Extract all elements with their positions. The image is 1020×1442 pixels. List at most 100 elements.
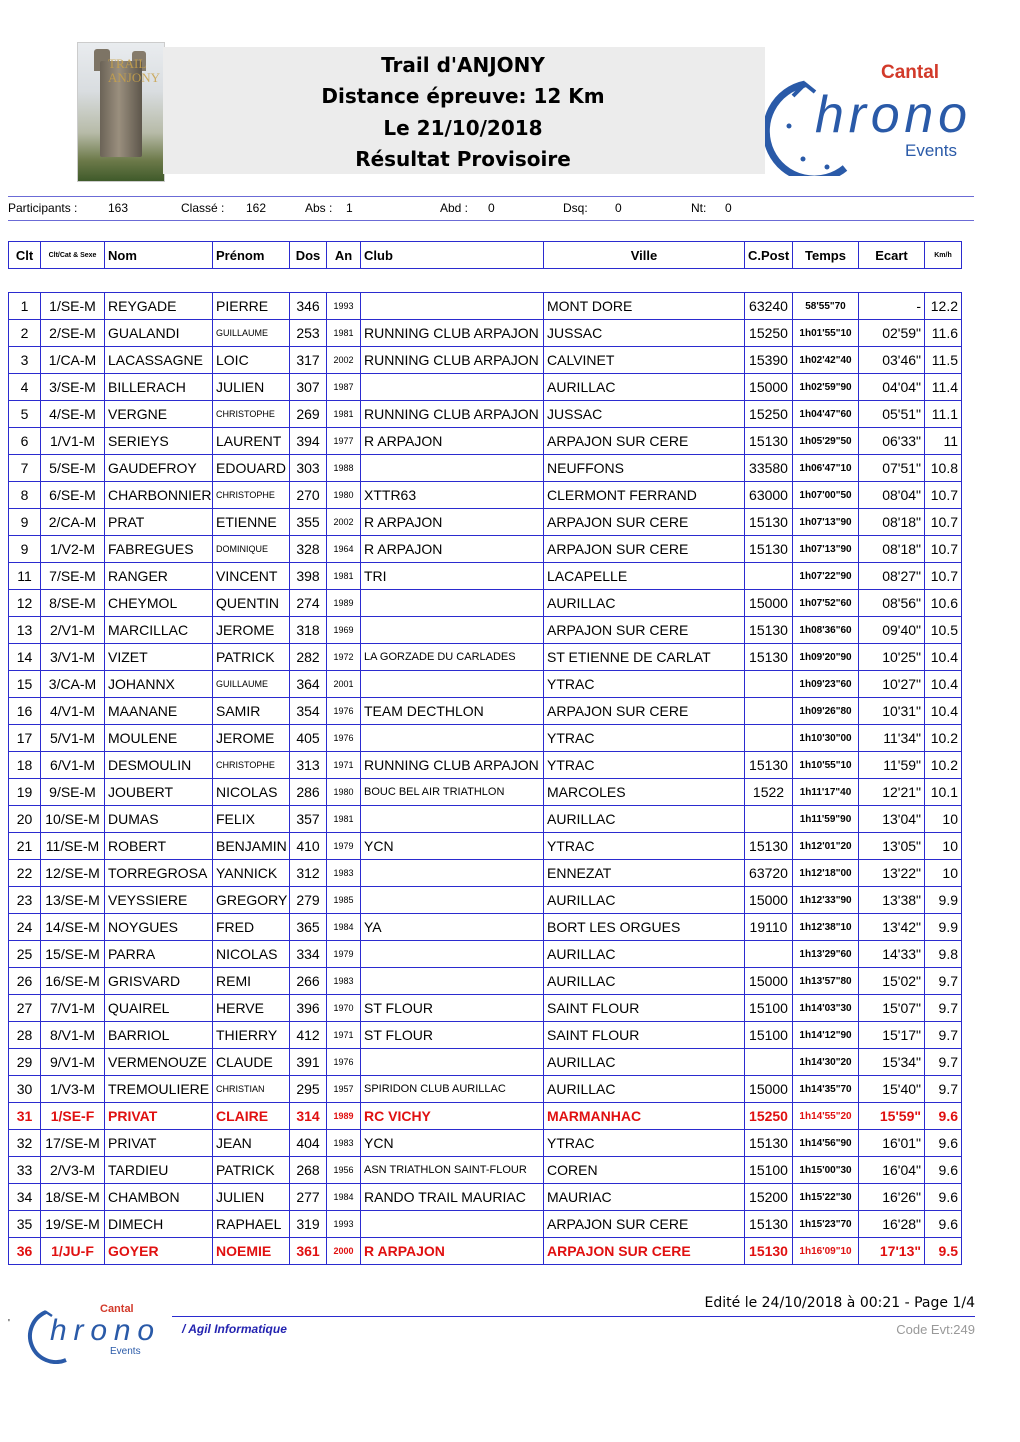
temps-cell: 1h13'57"80: [792, 967, 859, 995]
nom-cell: VERMENOUZE: [104, 1048, 213, 1076]
category-cell: 1/V1-M: [40, 427, 105, 455]
ville-cell: LACAPELLE: [543, 562, 745, 590]
an-cell: 1980: [326, 481, 361, 509]
prenom-cell: HERVE: [212, 994, 290, 1022]
club-cell: [360, 292, 544, 320]
nom-cell: PRIVAT: [104, 1129, 213, 1157]
nom-cell: PRIVAT: [104, 1102, 213, 1130]
an-cell: 1977: [326, 427, 361, 455]
event-code: Code Evt:249: [896, 1322, 975, 1337]
clt-cell: 9: [8, 535, 41, 563]
clt-cell: 34: [8, 1183, 41, 1211]
table-row: 17 5/V1-M MOULENE JEROME 405 1976 YTRAC 1h10'30…: [8, 724, 962, 752]
kmh-cell: 10: [924, 805, 962, 833]
temps-cell: 1h06'47"10: [792, 454, 859, 482]
table-row: 9 2/CA-M PRAT ETIENNE 355 2002 R ARPAJON ARPAJO…: [8, 508, 962, 536]
dos-cell: 412: [289, 1021, 327, 1049]
clt-cell: 7: [8, 454, 41, 482]
club-cell: RUNNING CLUB ARPAJON: [360, 319, 544, 347]
ecart-cell: 14'33": [858, 940, 925, 968]
kmh-cell: 9.6: [924, 1156, 962, 1184]
nom-cell: MAANANE: [104, 697, 213, 725]
ville-cell: JUSSAC: [543, 319, 745, 347]
cpost-cell: [744, 697, 793, 725]
ecart-cell: 09'40": [858, 616, 925, 644]
cpost-cell: 15200: [744, 1183, 793, 1211]
ecart-cell: 16'01": [858, 1129, 925, 1157]
category-cell: 4/V1-M: [40, 697, 105, 725]
cpost-cell: 15130: [744, 1129, 793, 1157]
kmh-cell: 9.7: [924, 1048, 962, 1076]
category-cell: 3/V1-M: [40, 643, 105, 671]
table-row: 32 17/SE-M PRIVAT JEAN 404 1983 YCN YTRAC 15130 1…: [8, 1129, 962, 1157]
clt-cell: 30: [8, 1075, 41, 1103]
table-row: 14 3/V1-M VIZET PATRICK 282 1972 LA GORZADE DU…: [8, 643, 962, 671]
clt-cell: 32: [8, 1129, 41, 1157]
nom-cell: BARRIOL: [104, 1021, 213, 1049]
cpost-cell: 15130: [744, 643, 793, 671]
clt-cell: 17: [8, 724, 41, 752]
nom-cell: GUALANDI: [104, 319, 213, 347]
temps-cell: 1h12'33"90: [792, 886, 859, 914]
ville-cell: COREN: [543, 1156, 745, 1184]
ville-cell: MARCOLES: [543, 778, 745, 806]
an-cell: 2001: [326, 670, 361, 698]
prenom-cell: CLAUDE: [212, 1048, 290, 1076]
ecart-cell: 11'59": [858, 751, 925, 779]
clt-cell: 15: [8, 670, 41, 698]
kmh-cell: 9.8: [924, 940, 962, 968]
category-cell: 19/SE-M: [40, 1210, 105, 1238]
photo-letters: TRAIL ANJONY: [108, 56, 160, 85]
an-cell: 2000: [326, 1237, 361, 1265]
table-row: 23 13/SE-M VEYSSIERE GREGORY 279 1985 AURILLAC…: [8, 886, 962, 914]
nom-cell: DUMAS: [104, 805, 213, 833]
club-cell: [360, 589, 544, 617]
an-cell: 1971: [326, 751, 361, 779]
category-cell: 11/SE-M: [40, 832, 105, 860]
title-box: Trail d'ANJONY Distance épreuve: 12 Km L…: [163, 47, 765, 174]
ecart-cell: 16'28": [858, 1210, 925, 1238]
kmh-cell: 11.4: [924, 373, 962, 401]
category-cell: 17/SE-M: [40, 1129, 105, 1157]
ville-cell: ARPAJON SUR CERE: [543, 616, 745, 644]
club-cell: R ARPAJON: [360, 508, 544, 536]
ecart-cell: 05'51": [858, 400, 925, 428]
kmh-cell: 9.7: [924, 1075, 962, 1103]
cpost-cell: 15250: [744, 1102, 793, 1130]
agil-informatique-link[interactable]: / Agil Informatique: [182, 1322, 287, 1336]
table-row: 4 3/SE-M BILLERACH JULIEN 307 1987 AURILLAC 150…: [8, 373, 962, 401]
ecart-cell: 17'13": [858, 1237, 925, 1265]
dos-cell: 394: [289, 427, 327, 455]
category-cell: 1/SE-F: [40, 1102, 105, 1130]
col-prenom: Prénom: [212, 241, 290, 269]
temps-cell: 1h07'00"50: [792, 481, 859, 509]
ville-cell: AURILLAC: [543, 886, 745, 914]
dos-cell: 253: [289, 319, 327, 347]
ville-cell: NEUFFONS: [543, 454, 745, 482]
prenom-cell: FRED: [212, 913, 290, 941]
club-cell: R ARPAJON: [360, 427, 544, 455]
prenom-cell: JULIEN: [212, 1183, 290, 1211]
ville-cell: YTRAC: [543, 724, 745, 752]
club-cell: BOUC BEL AIR TRIATHLON: [360, 778, 544, 806]
nom-cell: RANGER: [104, 562, 213, 590]
cpost-cell: [744, 670, 793, 698]
temps-cell: 58'55"70: [792, 292, 859, 320]
nom-cell: GOYER: [104, 1237, 213, 1265]
temps-cell: 1h13'29"60: [792, 940, 859, 968]
temps-cell: 1h08'36"60: [792, 616, 859, 644]
ecart-cell: 15'34": [858, 1048, 925, 1076]
nom-cell: TREMOULIERE: [104, 1075, 213, 1103]
temps-cell: 1h11'17"40: [792, 778, 859, 806]
cpost-cell: 15130: [744, 751, 793, 779]
col-ecart: Ecart: [858, 241, 925, 269]
abd-label: Abd :: [440, 201, 469, 215]
cpost-cell: 15000: [744, 967, 793, 995]
an-cell: 1976: [326, 697, 361, 725]
event-name: Trail d'ANJONY: [381, 53, 545, 77]
table-row: 19 9/SE-M JOUBERT NICOLAS 286 1980 BOUC BEL AI…: [8, 778, 962, 806]
prenom-cell: QUENTIN: [212, 589, 290, 617]
prenom-cell: NOEMIE: [212, 1237, 290, 1265]
category-cell: 5/SE-M: [40, 454, 105, 482]
prenom-cell: VINCENT: [212, 562, 290, 590]
